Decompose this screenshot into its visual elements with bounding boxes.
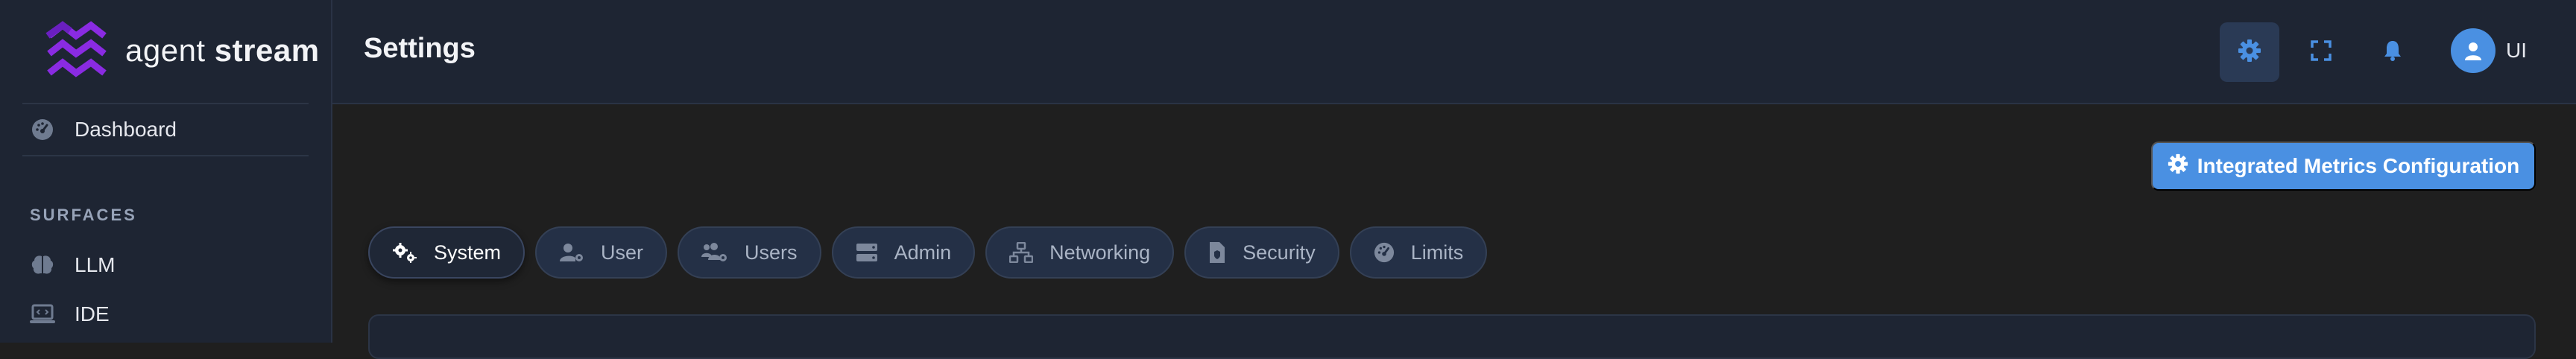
server-icon — [856, 243, 878, 262]
sidebar-item-llm[interactable]: LLM — [30, 244, 301, 286]
top-bar: Settings UI — [332, 0, 2576, 104]
user-avatar-icon[interactable] — [2451, 28, 2496, 73]
sidebar-item-label: Dashboard — [75, 118, 177, 141]
tab-label: Security — [1243, 241, 1316, 264]
tab-limits[interactable]: Limits — [1349, 226, 1488, 279]
user-gear-icon — [559, 242, 584, 263]
brand-name-bold: stream — [214, 33, 320, 68]
integrated-metrics-configuration-button[interactable]: Integrated Metrics Configuration — [2151, 142, 2536, 191]
tab-user[interactable]: User — [535, 226, 668, 279]
brand-name: agent stream — [125, 33, 320, 69]
settings-button[interactable] — [2220, 22, 2279, 82]
sidebar: agent stream Dashboard SURFACES LLM IDE — [0, 0, 332, 343]
tab-label: Limits — [1410, 241, 1464, 264]
brand-logo[interactable]: agent stream — [45, 21, 320, 80]
tab-label: Admin — [894, 241, 952, 264]
user-name-label[interactable]: UI — [2506, 39, 2527, 63]
fullscreen-button[interactable] — [2291, 22, 2351, 82]
notifications-button[interactable] — [2363, 22, 2422, 82]
brand-name-light: agent — [125, 33, 206, 68]
sidebar-divider — [22, 103, 309, 104]
sidebar-divider — [22, 155, 309, 156]
tab-admin[interactable]: Admin — [831, 226, 976, 279]
tab-label: Networking — [1049, 241, 1151, 264]
sidebar-item-label: LLM — [75, 253, 116, 276]
expand-icon — [2311, 39, 2332, 65]
file-shield-icon — [1208, 241, 1226, 264]
sidebar-item-ide[interactable]: IDE — [30, 293, 301, 335]
bell-icon — [2383, 39, 2402, 66]
sidebar-section-title: SURFACES — [30, 206, 137, 224]
tab-security[interactable]: Security — [1184, 226, 1339, 279]
config-button-label: Integrated Metrics Configuration — [2197, 154, 2520, 177]
gauge-icon — [30, 117, 55, 142]
tab-networking[interactable]: Networking — [985, 226, 1175, 279]
tab-users[interactable]: Users — [678, 226, 821, 279]
tab-system[interactable]: System — [368, 226, 525, 279]
gear-icon — [2168, 153, 2188, 180]
settings-tabs: System User Users Admin Networking Secur… — [368, 226, 1488, 279]
laptop-code-icon — [30, 302, 55, 327]
settings-panel — [368, 314, 2536, 359]
tab-label: System — [434, 241, 502, 264]
users-gear-icon — [701, 242, 728, 263]
sidebar-item-dashboard[interactable]: Dashboard — [30, 109, 301, 150]
gear-icon — [2238, 39, 2261, 66]
agentstream-logo-icon — [45, 21, 109, 80]
tab-label: Users — [745, 241, 798, 264]
sidebar-item-label: IDE — [75, 302, 110, 325]
brain-icon — [30, 252, 55, 278]
gears-icon — [392, 242, 417, 263]
tab-label: User — [601, 241, 644, 264]
gauge-icon — [1374, 242, 1395, 263]
page-title: Settings — [364, 33, 476, 64]
network-icon — [1009, 242, 1034, 263]
